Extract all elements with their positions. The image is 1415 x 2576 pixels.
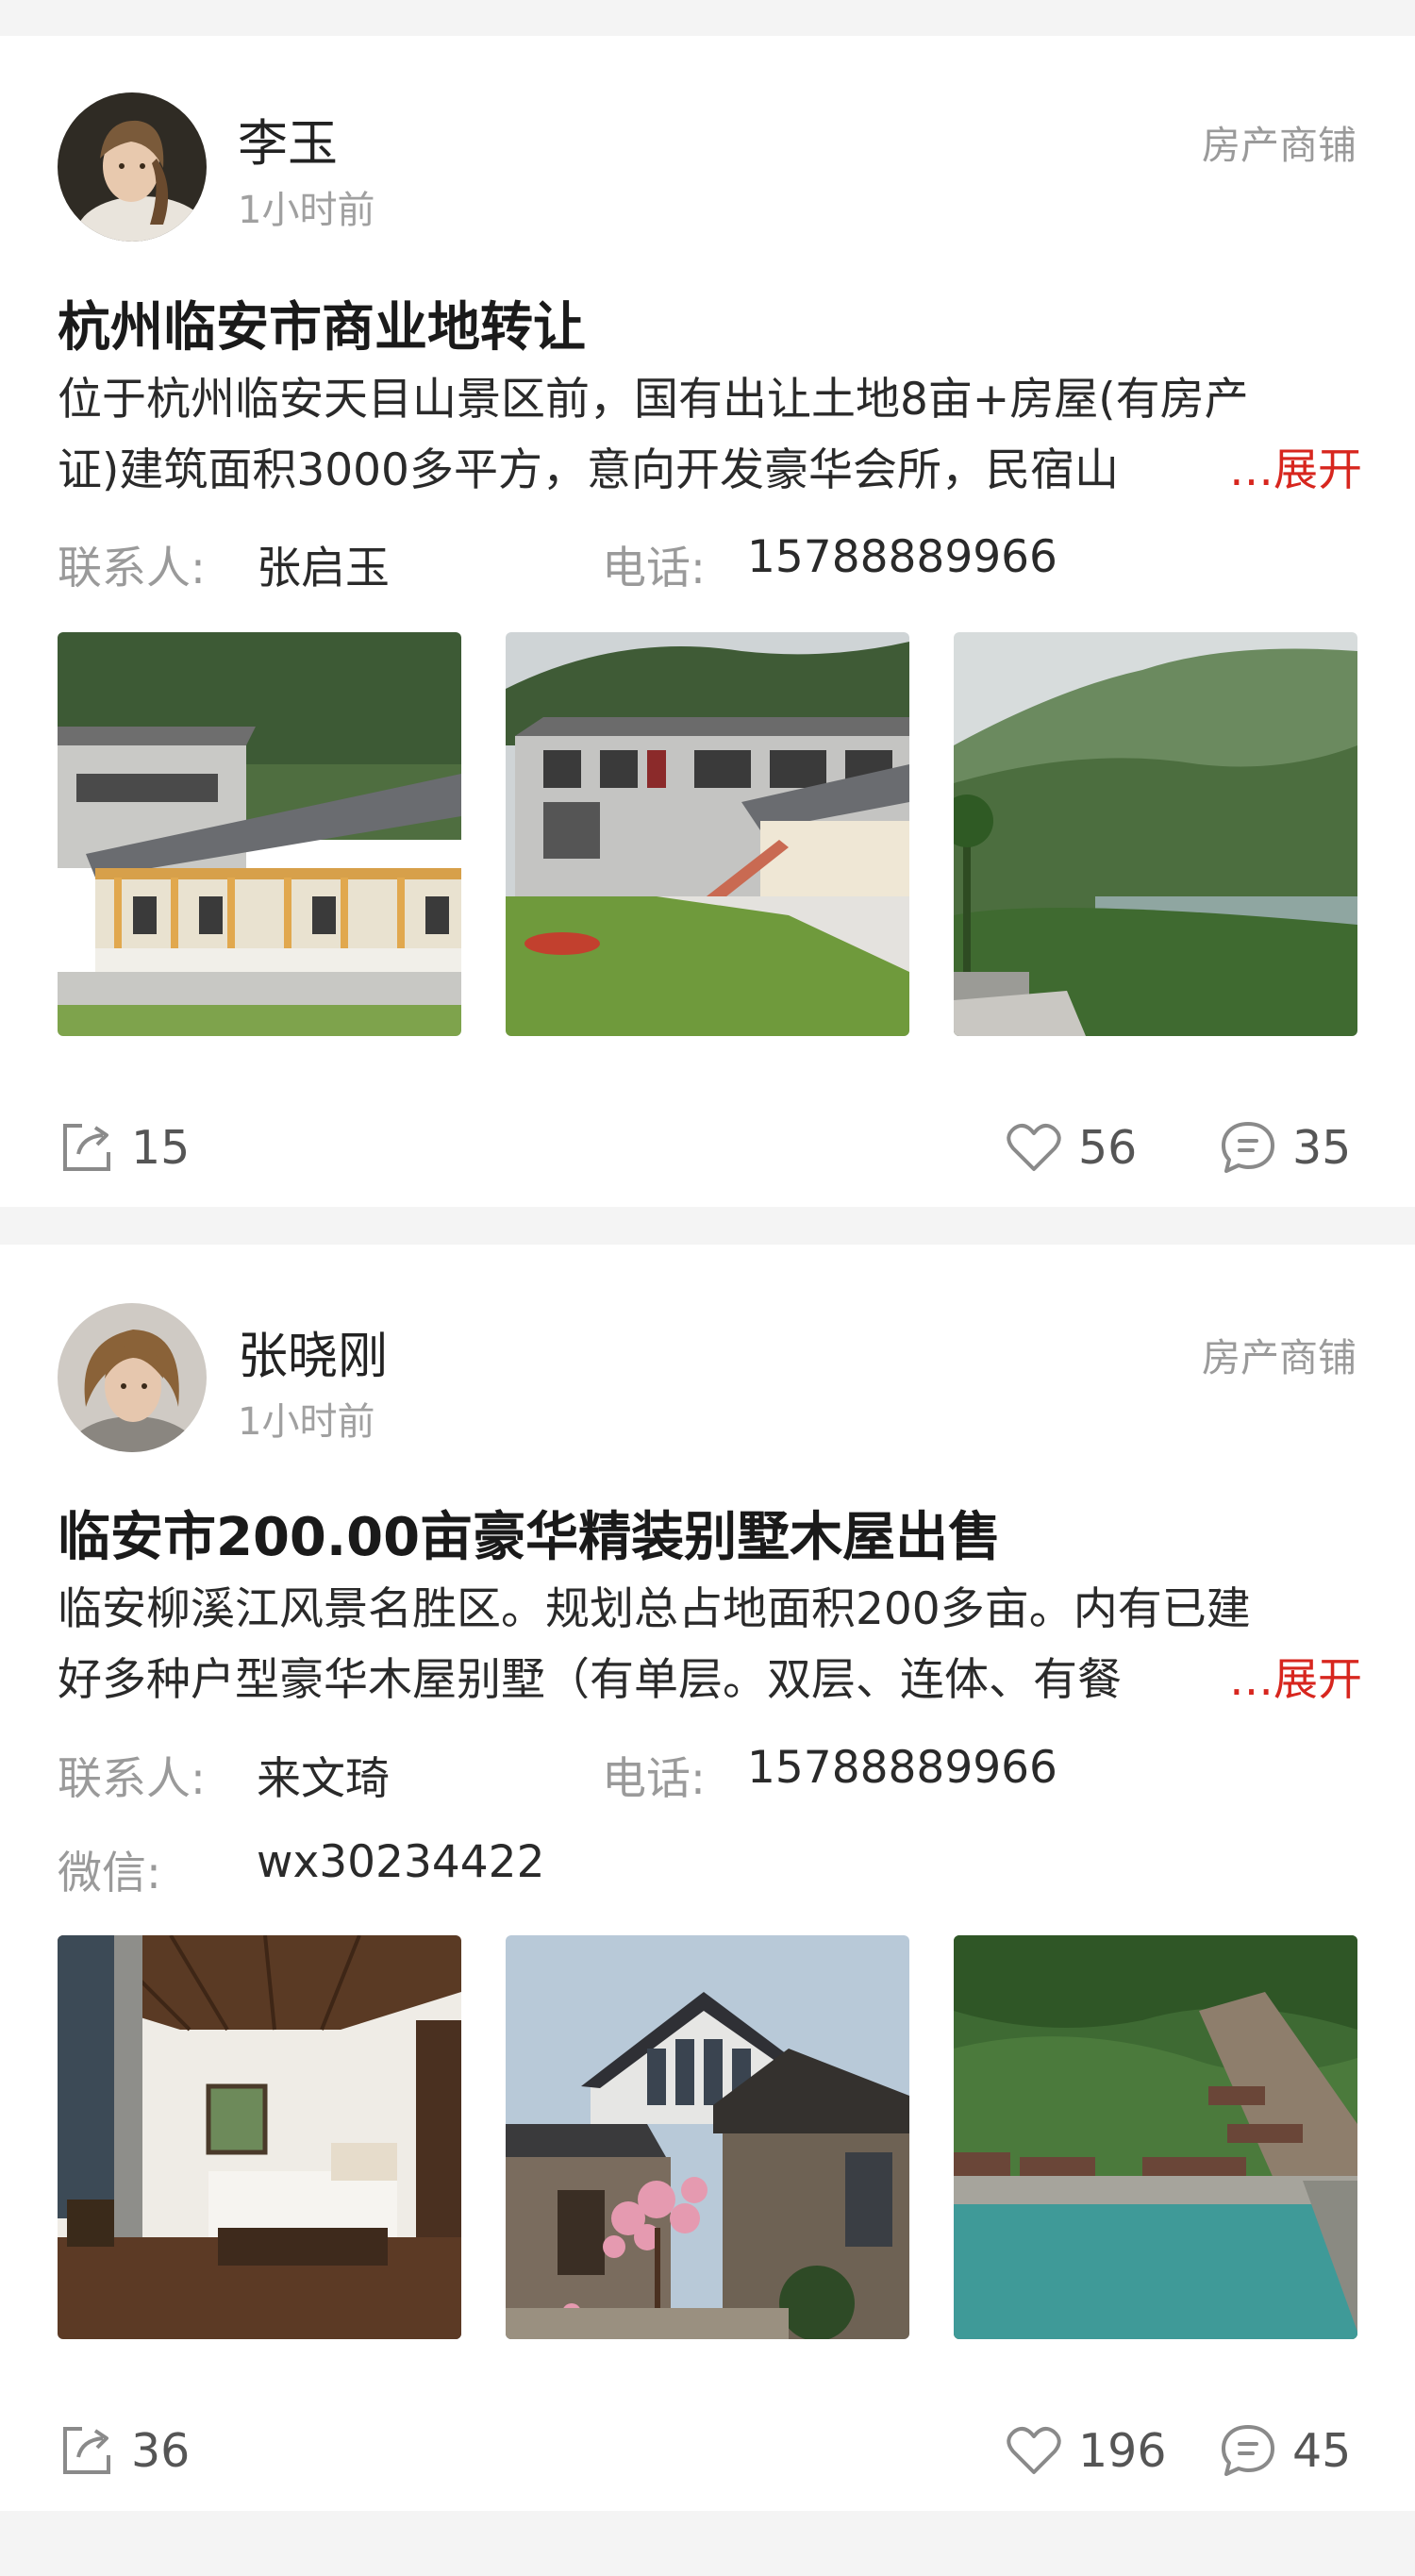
contact-label: 联系人:	[58, 543, 206, 594]
post-description-line: 位于杭州临安天目山景区前，国有出让土地8亩+房屋(有房产	[58, 374, 1249, 426]
avatar[interactable]	[58, 1303, 207, 1452]
phone-number[interactable]: 15788889966	[747, 531, 1057, 583]
contact-name: 张启玉	[257, 543, 390, 594]
phone-label: 电话:	[602, 543, 706, 594]
expand-link[interactable]: …展开	[1225, 1645, 1362, 1715]
like-button[interactable]: 196	[1005, 2421, 1167, 2480]
share-button[interactable]: 36	[58, 2421, 190, 2480]
like-count: 196	[1078, 2423, 1167, 2478]
contact-label: 联系人:	[58, 1753, 206, 1805]
phone-label: 电话:	[602, 1753, 706, 1805]
post-description-line: 临安柳溪江风景名胜区。规划总占地面积200多亩。内有已建	[58, 1583, 1251, 1635]
stone-house-photo[interactable]	[506, 1935, 909, 2339]
post-card[interactable]: 张晓刚 1小时前 房产商铺 临安市200.00亩豪华精装别墅木屋出售 临安柳溪江…	[0, 1245, 1415, 2511]
post-time: 1小时前	[238, 189, 375, 232]
like-button[interactable]: 56	[1005, 1118, 1137, 1177]
comment-icon	[1222, 1122, 1274, 1173]
category-tag[interactable]: 房产商铺	[1202, 113, 1357, 170]
share-count: 15	[131, 1120, 191, 1175]
contact-name: 来文琦	[257, 1753, 390, 1805]
lakeside-aerial-photo[interactable]	[954, 1935, 1357, 2339]
comment-button[interactable]: 35	[1219, 1118, 1351, 1177]
building-photo[interactable]	[58, 632, 461, 1036]
post-title[interactable]: 临安市200.00亩豪华精装别墅木屋出售	[58, 1495, 1001, 1571]
share-button[interactable]: 15	[58, 1118, 190, 1177]
wechat-id[interactable]: wx30234422	[257, 1836, 544, 1888]
share-icon	[63, 2427, 110, 2474]
category-tag[interactable]: 房产商铺	[1202, 1326, 1357, 1382]
avatar[interactable]	[58, 92, 207, 242]
post-time: 1小时前	[238, 1400, 375, 1444]
post-description-line: 好多种户型豪华木屋别墅（有单层。双层、连体、有餐	[58, 1654, 1122, 1706]
like-count: 56	[1078, 1120, 1138, 1175]
post-title[interactable]: 杭州临安市商业地转让	[58, 285, 586, 361]
username[interactable]: 李玉	[238, 104, 338, 176]
building-photo[interactable]	[506, 632, 909, 1036]
wechat-label: 微信:	[58, 1848, 161, 1899]
heart-icon	[1007, 1123, 1061, 1171]
mountain-lake-photo[interactable]	[954, 632, 1357, 1036]
expand-link[interactable]: …展开	[1225, 435, 1362, 506]
comment-count: 45	[1292, 2423, 1352, 2478]
share-count: 36	[131, 2423, 191, 2478]
post-card[interactable]: 李玉 1小时前 房产商铺 杭州临安市商业地转让 位于杭州临安天目山景区前，国有出…	[0, 36, 1415, 1207]
share-icon	[63, 1124, 110, 1171]
comment-button[interactable]: 45	[1219, 2421, 1351, 2480]
comment-count: 35	[1292, 1120, 1352, 1175]
comment-icon	[1222, 2425, 1274, 2476]
bedroom-photo[interactable]	[58, 1935, 461, 2339]
phone-number[interactable]: 15788889966	[747, 1742, 1057, 1794]
username[interactable]: 张晓刚	[238, 1316, 388, 1388]
heart-icon	[1007, 2426, 1061, 2474]
post-description-line: 证)建筑面积3000多平方，意向开发豪华会所，民宿山	[58, 444, 1119, 496]
